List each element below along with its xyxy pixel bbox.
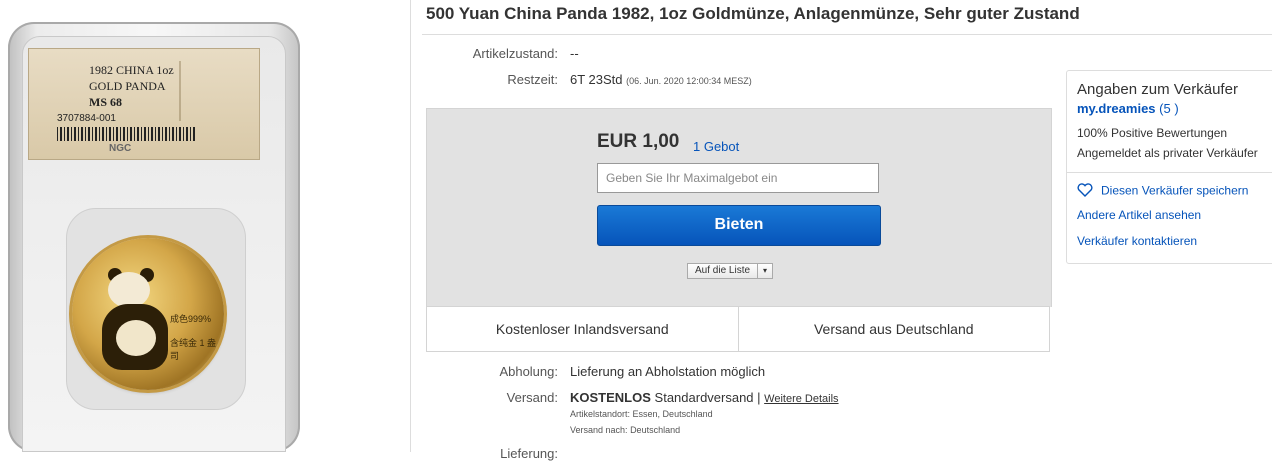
gold-panda-coin: 成色999% 含纯金 1 盎司 [72,238,224,390]
condition-value: -- [570,46,579,61]
seller-score-link[interactable]: 5 [1164,101,1171,116]
shipping-label: Versand: [506,390,558,405]
coin-inscription-1: 成色999% [170,314,212,324]
heart-icon[interactable] [1077,183,1095,200]
barcode-icon [57,127,197,141]
scale-watermark-icon [179,61,221,121]
save-seller-label[interactable]: Diesen Verkäufer speichern [1101,184,1248,198]
pickup-label: Abholung: [499,364,558,379]
coin-slab-holder: 1982 CHINA 1oz GOLD PANDA MS 68 3707884-… [8,22,300,452]
positive-feedback: 100% Positive Bewertungen [1077,126,1228,140]
current-price: EUR 1,00 [597,131,680,152]
ngc-grading-label: 1982 CHINA 1oz GOLD PANDA MS 68 3707884-… [28,48,260,160]
bid-button[interactable]: Bieten [597,205,881,246]
panda-head [108,272,150,308]
pickup-value: Lieferung an Abholstation möglich [570,364,766,379]
label-line2: GOLD PANDA [89,79,166,93]
ships-from-germany: Versand aus Deutschland [737,307,1050,351]
save-seller-link[interactable]: Diesen Verkäufer speichern [1077,183,1272,200]
shipping-row: KOSTENLOS Standardversand | Weitere Deta… [570,390,839,405]
condition-label: Artikelzustand: [472,46,558,61]
seller-name-link[interactable]: my.dreamies [1077,101,1156,116]
seller-info-box: Angaben zum Verkäufer my.dreamies (5 ) 1… [1066,70,1272,264]
seller-name-row: my.dreamies (5 ) [1077,101,1272,116]
watchlist-button[interactable]: Auf die Liste ▾ [687,263,774,279]
label-grade: MS 68 [89,95,122,109]
free-domestic-shipping: Kostenloser Inlandsversand [495,321,669,337]
panda-belly [116,320,156,356]
seller-divider [1067,172,1272,173]
location-value: Essen, Deutschland [632,409,713,419]
watchlist-label[interactable]: Auf die Liste [688,264,759,278]
time-left-label: Restzeit: [507,72,558,87]
label-line1: 1982 CHINA 1oz [89,63,174,77]
bid-box: EUR 1,00 1 Gebot Bieten Auf die Liste ▾ [426,108,1052,307]
seller-registration: Angemeldet als privater Verkäufer [1077,146,1258,160]
listing-title: 500 Yuan China Panda 1982, 1oz Goldmünze… [426,4,1080,23]
item-location-row: Artikelstandort: Essen, Deutschland [570,409,713,419]
shipping-details-link[interactable]: Weitere Details [764,393,838,405]
ngc-logo: NGC [109,143,132,154]
coin-inscription-2: 含纯金 1 盎司 [170,338,217,361]
product-image-panel[interactable]: 1982 CHINA 1oz GOLD PANDA MS 68 3707884-… [0,0,411,452]
seller-score-close: ) [1174,101,1179,116]
label-cert: 3707884-001 [57,113,116,124]
shipping-free: KOSTENLOS [570,390,651,405]
shipping-type: Standardversand | [654,390,761,405]
max-bid-input[interactable] [597,163,879,193]
delivery-label: Lieferung: [500,446,558,461]
time-left-value: 6T 23Std [570,72,623,87]
seller-heading: Angaben zum Verkäufer [1077,81,1238,98]
end-time: (06. Jun. 2020 12:00:34 MESZ) [626,76,752,86]
chevron-down-icon[interactable]: ▾ [758,264,772,278]
time-left-row: 6T 23Std (06. Jun. 2020 12:00:34 MESZ) [570,72,752,87]
title-divider [422,34,1272,35]
ships-to-label: Versand nach: [570,425,628,435]
other-items-link[interactable]: Andere Artikel ansehen [1077,208,1272,222]
ships-to-value: Deutschland [630,425,681,435]
shipping-summary-strip: Kostenloser Inlandsversand Versand aus D… [426,306,1050,352]
location-label: Artikelstandort: [570,409,631,419]
ships-to-row: Versand nach: Deutschland [570,425,680,435]
contact-seller-link[interactable]: Verkäufer kontaktieren [1077,234,1272,248]
bid-count-link[interactable]: 1 Gebot [693,139,739,154]
